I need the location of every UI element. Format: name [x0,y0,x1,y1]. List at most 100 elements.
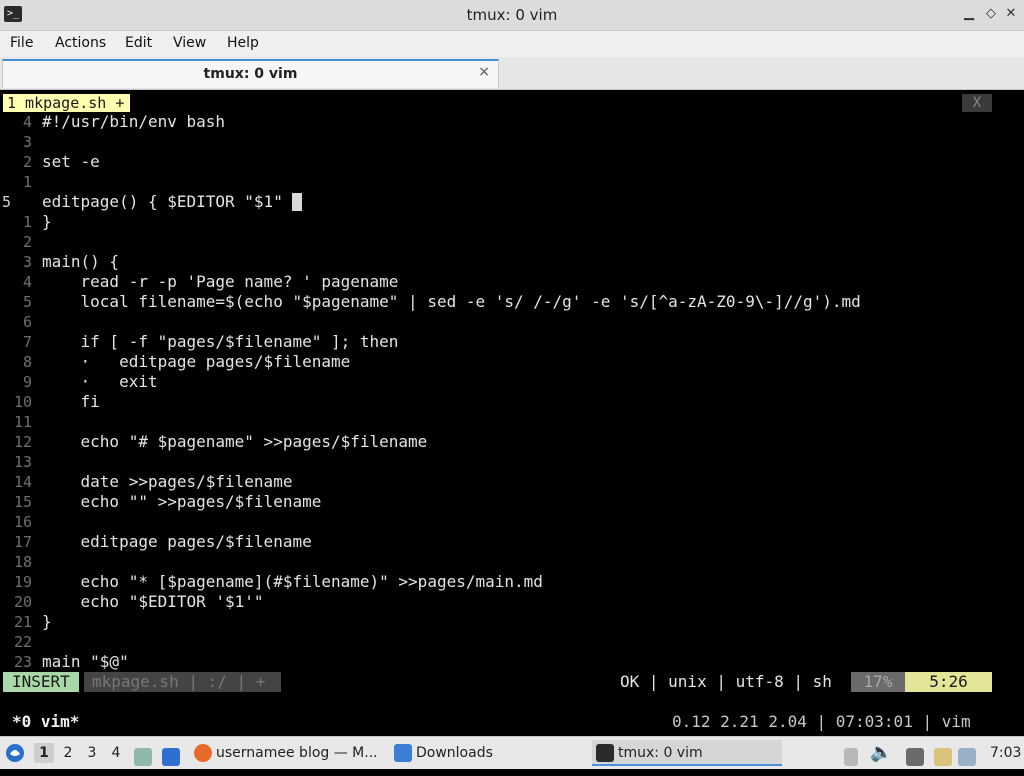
vim-status-file: mkpage.sh | :/ | + [84,672,281,692]
line-number: 17 [13,533,32,551]
code-line[interactable]: 2 [0,232,1024,252]
desktop-launcher-icon[interactable] [162,737,184,769]
code-line[interactable]: 22 [0,632,1024,652]
workspace-3[interactable]: 3 [82,743,102,763]
code-line[interactable]: 7 if [ -f "pages/$filename" ]; then [0,332,1024,352]
menu-actions[interactable]: Actions [55,35,106,51]
line-number: 1 [22,173,32,191]
code-line[interactable]: 6 [0,312,1024,332]
line-number: 12 [13,433,32,451]
line-text: main "$@" [42,652,129,671]
code-line[interactable]: 4 #!/usr/bin/env bash [0,112,1024,132]
volume-icon[interactable]: 🔈 [870,737,892,769]
line-number: 15 [13,493,32,511]
text-cursor [291,193,302,211]
line-number: 2 [22,153,32,171]
code-line[interactable]: 18 [0,552,1024,572]
vim-buffer-close[interactable]: X [962,94,992,112]
code-line[interactable]: 5 editpage() { $EDITOR "$1" [0,192,1024,212]
menu-edit[interactable]: Edit [125,35,152,51]
line-text: #!/usr/bin/env bash [42,112,226,131]
menu-help[interactable]: Help [227,35,259,51]
line-text: fi [42,392,100,411]
line-number: 18 [13,553,32,571]
line-text: editpage pages/$filename [42,532,312,551]
vim-status-percent: 17% [851,672,905,692]
line-text: echo "# $pagename" >>pages/$filename [42,432,428,451]
tmux-status-bar: *0 vim* 0.12 2.21 2.04 | 07:03:01 | vim [0,712,1024,732]
terminal-icon [596,744,614,762]
line-text: echo "" >>pages/$filename [42,492,322,511]
code-line[interactable]: 5 local filename=$(echo "$pagename" | se… [0,292,1024,312]
file-manager-launcher-icon[interactable] [134,737,156,769]
line-text: main() { [42,252,120,271]
tab-label: tmux: 0 vim [203,66,298,82]
code-line[interactable]: 1} [0,212,1024,232]
vim-statusline: INSERT mkpage.sh | :/ | + OK | unix | ut… [0,672,1024,692]
code-line[interactable]: 23 main "$@" [0,652,1024,672]
line-text: } [42,212,52,231]
code-line[interactable]: 20 echo "$EDITOR '$1'" [0,592,1024,612]
network-icon[interactable] [906,737,928,769]
minimize-button[interactable]: ▁ [960,5,978,23]
close-button[interactable]: ✕ [1002,5,1020,23]
tab-tmux[interactable]: tmux: 0 vim × [2,59,499,88]
line-number: 13 [13,453,32,471]
line-text: if [ -f "pages/$filename" ]; then [42,332,399,351]
task-tmux[interactable]: tmux: 0 vim [592,740,782,766]
task-firefox[interactable]: usernamee blog — M... [194,740,386,766]
terminal-area[interactable]: 1 mkpage.sh + X 4 #!/usr/bin/env bash 3 2 se… [0,90,1024,736]
code-line[interactable]: 4 read -r -p 'Page name? ' pagename [0,272,1024,292]
vim-buffer-tab[interactable]: 1 mkpage.sh + [3,94,131,112]
vim-status-position: 5:26 [905,672,992,692]
line-number: 3 [22,133,32,151]
line-number: 23 [13,653,32,671]
line-number: 3 [22,253,32,271]
line-number: 19 [13,573,32,591]
code-line[interactable]: 8 · editpage pages/$filename [0,352,1024,372]
workspace-4[interactable]: 4 [106,743,126,763]
upload-tray-icon[interactable] [844,737,862,769]
start-menu-icon[interactable] [4,737,30,769]
line-text: set -e [42,152,100,171]
line-text: } [42,612,52,631]
code-line[interactable]: 9 · exit [0,372,1024,392]
code-line[interactable]: 10 fi [0,392,1024,412]
line-text: editpage() { $EDITOR "$1" [42,192,283,211]
line-text: local filename=$(echo "$pagename" | sed … [42,292,861,311]
tab-close-icon[interactable]: × [478,64,490,80]
line-number: 9 [22,373,32,391]
line-number: 11 [13,413,32,431]
code-line[interactable]: 3 [0,132,1024,152]
code-line[interactable]: 17 editpage pages/$filename [0,532,1024,552]
code-line[interactable]: 15 echo "" >>pages/$filename [0,492,1024,512]
code-line[interactable]: 12 echo "# $pagename" >>pages/$filename [0,432,1024,452]
clipboard-icon[interactable] [934,737,956,769]
workspace-1[interactable]: 1 [34,743,54,763]
code-line[interactable]: 19 echo "* [$pagename](#$filename)" >>pa… [0,572,1024,592]
line-number: 4 [22,113,32,131]
workspace-2[interactable]: 2 [58,743,78,763]
maximize-button[interactable]: ◇ [982,5,1000,23]
line-number: 1 [22,213,32,231]
line-number: 8 [22,353,32,371]
code-line[interactable]: 14 date >>pages/$filename [0,472,1024,492]
line-number: 5 [22,293,32,311]
code-line[interactable]: 2 set -e [0,152,1024,172]
code-line[interactable]: 1 [0,172,1024,192]
menu-file[interactable]: File [10,35,33,51]
vim-buffer-line: 1 mkpage.sh + X [0,94,1024,112]
task-downloads[interactable]: Downloads [394,740,584,766]
code-line[interactable]: 3 main() { [0,252,1024,272]
tmux-window[interactable]: *0 vim* [12,712,79,732]
line-text: date >>pages/$filename [42,472,293,491]
code-line[interactable]: 11 [0,412,1024,432]
menu-view[interactable]: View [173,35,206,51]
code-line[interactable]: 13 [0,452,1024,472]
code-line[interactable]: 21} [0,612,1024,632]
code-line[interactable]: 16 [0,512,1024,532]
line-number: 4 [22,273,32,291]
notification-icon[interactable] [958,737,980,769]
clock[interactable]: 7:03 [990,737,1021,769]
line-number: 7 [22,333,32,351]
